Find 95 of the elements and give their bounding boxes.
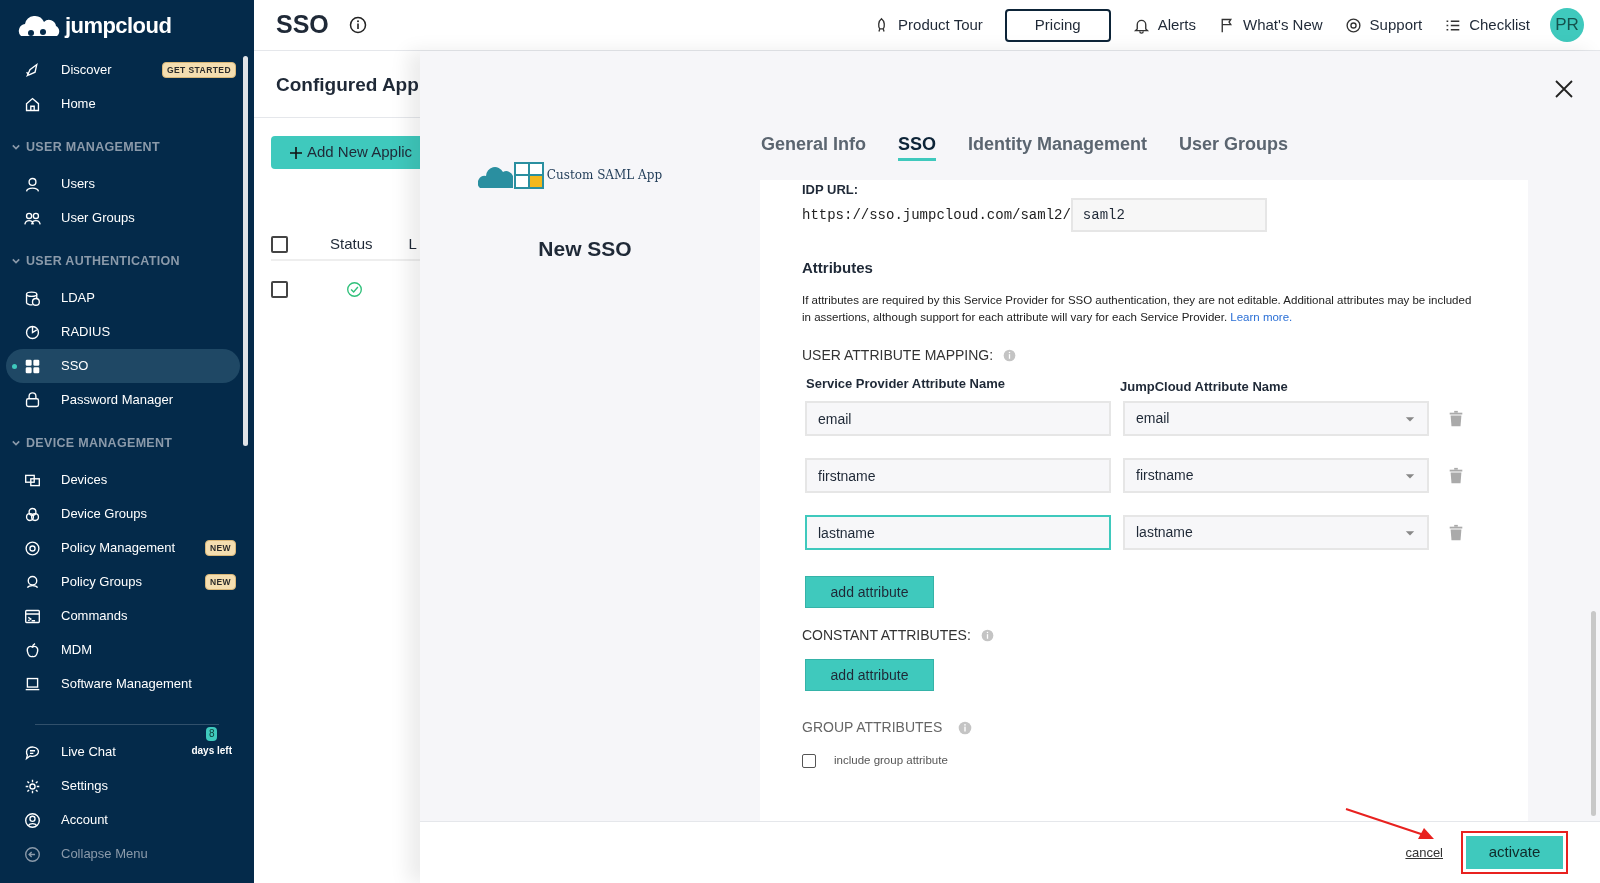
url-prefix: https://sso.jumpcloud.com/saml2/ xyxy=(802,205,1071,225)
sidebar-item[interactable]: Settings xyxy=(6,769,112,803)
sidebar-item[interactable]: Commands xyxy=(6,599,240,633)
section-title[interactable]: USER MANAGEMENT xyxy=(26,137,160,157)
section-label: GROUP ATTRIBUTES xyxy=(802,718,943,737)
lock-icon xyxy=(24,391,41,409)
tab[interactable]: SSO xyxy=(898,130,937,161)
settings-icon xyxy=(24,777,41,795)
column-header: Service Provider Attribute Name xyxy=(805,374,1006,393)
collapse-icon xyxy=(24,845,41,863)
column-header: JumpCloud Attribute Name xyxy=(1120,377,1288,396)
info-icon xyxy=(958,720,973,735)
dropdown[interactable]: firstname xyxy=(1123,458,1429,493)
checkbox[interactable] xyxy=(802,753,816,768)
home-icon xyxy=(24,95,41,113)
grid-icon xyxy=(24,357,41,375)
apple-icon xyxy=(24,641,41,659)
target-icon xyxy=(24,539,41,557)
sidebar-item[interactable]: Software Management xyxy=(6,667,240,701)
account-icon xyxy=(24,811,41,829)
badge-icon xyxy=(24,573,41,591)
database-icon xyxy=(24,289,41,307)
pricing-button[interactable]: Pricing xyxy=(1004,8,1111,42)
text-field[interactable]: email xyxy=(805,401,1111,436)
checkbox[interactable] xyxy=(271,280,288,298)
user-avatar[interactable]: PR xyxy=(1550,8,1584,42)
dropdown[interactable]: lastname xyxy=(1123,515,1429,550)
sidebar-item[interactable]: User Groups xyxy=(6,201,240,235)
learn-more-link[interactable]: Learn more. xyxy=(1230,310,1293,323)
info-icon xyxy=(1003,348,1017,362)
top-link[interactable]: Support xyxy=(1344,13,1423,37)
sidebar-item[interactable]: Password Manager xyxy=(6,383,240,417)
section-title[interactable]: USER AUTHENTICATION xyxy=(26,251,180,271)
activate-button[interactable]: activate xyxy=(1466,836,1563,869)
section-label: USER ATTRIBUTE MAPPING: xyxy=(802,345,994,365)
sidebar-item[interactable]: Device Groups xyxy=(6,497,240,531)
sidebar-item[interactable]: MDM xyxy=(6,633,240,667)
url-field[interactable]: saml2 xyxy=(1070,198,1267,232)
field-label: IDP URL: xyxy=(802,181,860,197)
badge: NEW xyxy=(204,539,236,557)
tab[interactable]: General Info xyxy=(761,130,867,161)
count-badge: 8 xyxy=(205,727,218,741)
sidebar-item[interactable]: Devices xyxy=(6,463,240,497)
sidebar-item[interactable]: LDAP xyxy=(6,281,240,315)
add-attribute-button[interactable]: add attribute xyxy=(805,576,934,608)
close-icon[interactable] xyxy=(1555,80,1573,98)
sidebar-item[interactable]: SSO xyxy=(6,349,240,383)
text-field[interactable]: lastname xyxy=(805,515,1111,550)
plus-icon xyxy=(289,145,303,160)
column-header: L xyxy=(408,233,417,254)
column-header: Status xyxy=(330,233,373,254)
top-link[interactable]: Product Tour xyxy=(873,13,983,37)
info-icon xyxy=(980,629,994,642)
badge: GET STARTED xyxy=(161,61,236,79)
modal-title: New SSO xyxy=(538,236,632,262)
text-field[interactable]: firstname xyxy=(805,458,1111,493)
sidebar-item[interactable]: Account xyxy=(6,803,112,837)
top-link[interactable]: Alerts xyxy=(1132,13,1197,37)
circles-icon xyxy=(24,505,41,523)
page-title: SSO xyxy=(276,9,329,41)
sidebar-item[interactable]: Discover GET STARTED xyxy=(6,53,240,87)
badge: NEW xyxy=(204,573,236,591)
dropdown[interactable]: email xyxy=(1123,401,1429,436)
sidebar-item[interactable]: Users xyxy=(6,167,240,201)
section-heading: Configured App xyxy=(276,73,420,97)
section-title[interactable]: DEVICE MANAGEMENT xyxy=(26,433,173,453)
cancel-link[interactable]: cancel xyxy=(1405,842,1443,863)
logo-text: jumpcloud xyxy=(65,11,172,40)
cloud-grid-icon xyxy=(477,161,544,189)
sidebar-item[interactable]: Live Chat xyxy=(6,735,120,769)
add-application-button[interactable]: Add New Applic xyxy=(271,136,421,169)
description: If attributes are required by this Service Provider for SSO authentication, they are not editable. Additional attributes may be included in assertions, although support for each attribute will vary for each Service Provider. Learn more. xyxy=(802,292,1473,325)
caption: days left xyxy=(191,744,232,758)
top-link[interactable]: What's New xyxy=(1218,13,1323,37)
checkbox-label: include group attribute xyxy=(834,753,948,768)
tab[interactable]: User Groups xyxy=(1179,130,1289,161)
section-label: CONSTANT ATTRIBUTES: xyxy=(802,626,971,645)
add-attribute-button[interactable]: add attribute xyxy=(805,659,934,691)
sidebar-item[interactable]: RADIUS xyxy=(6,315,240,349)
section-heading: Attributes xyxy=(802,258,874,278)
lifebuoy-icon xyxy=(1344,16,1362,34)
terminal-icon xyxy=(24,607,41,625)
app-name: Custom SAML App xyxy=(546,167,663,184)
sidebar-item[interactable]: Home xyxy=(6,87,240,121)
chat-icon xyxy=(24,743,41,761)
sidebar-item[interactable]: Collapse Menu xyxy=(6,837,152,871)
top-link[interactable]: Checklist xyxy=(1444,13,1530,37)
laptop-icon xyxy=(24,675,41,693)
sidebar-item[interactable]: Policy Groups NEW xyxy=(6,565,240,599)
sidebar-item[interactable]: Policy Management NEW xyxy=(6,531,240,565)
checkbox[interactable] xyxy=(271,235,288,253)
user-icon xyxy=(24,175,41,193)
tab[interactable]: Identity Management xyxy=(968,130,1148,161)
gauge-icon xyxy=(24,323,41,341)
info-icon xyxy=(348,16,367,34)
